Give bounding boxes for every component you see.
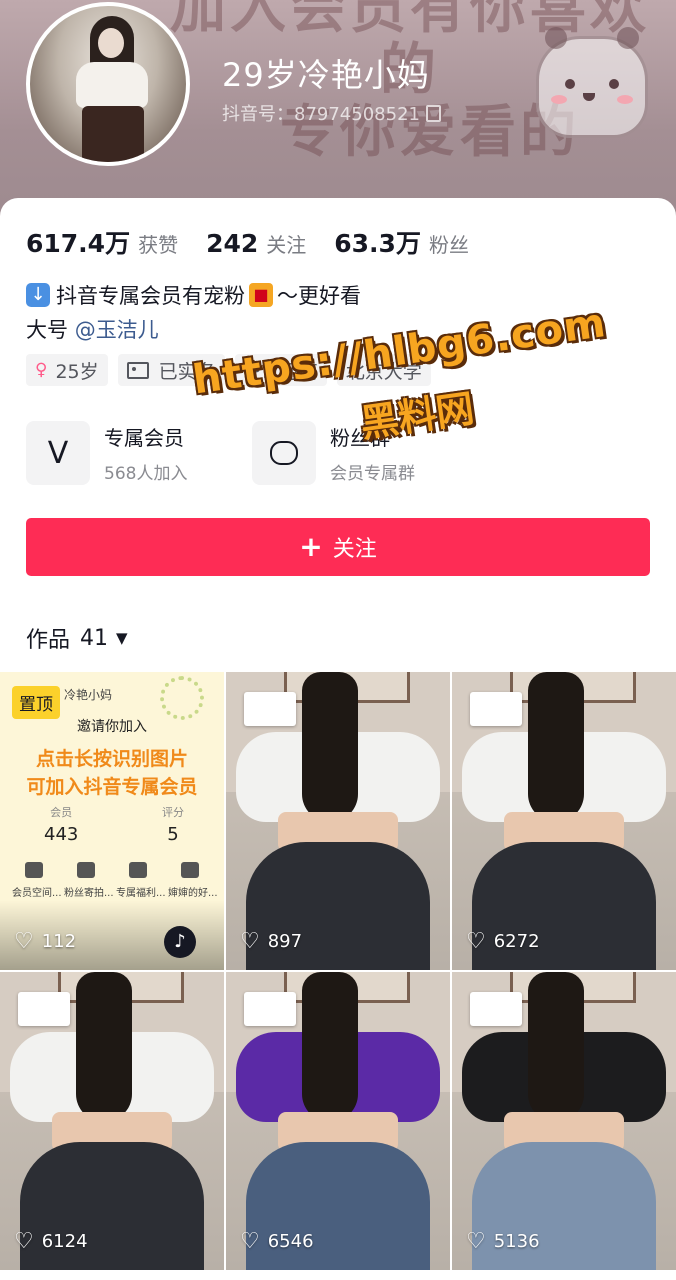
icon-caption: 专属福利... — [116, 888, 166, 899]
promo-title: 冷艳小妈 — [64, 688, 113, 702]
tag-school[interactable]: 北京大学 — [336, 354, 431, 386]
like-number: 6546 — [267, 1231, 314, 1252]
works-label: 作品 — [26, 628, 71, 653]
tag-label: IP：河南 — [243, 360, 318, 383]
tag-label: 已实名 — [158, 360, 216, 383]
like-count: ♡ 112 — [14, 929, 76, 954]
stat-label: 关注 — [266, 233, 307, 257]
bag-icon — [25, 862, 43, 878]
pinned-badge: 置顶 — [12, 686, 60, 719]
mention-link[interactable]: @玉洁儿 — [75, 318, 159, 342]
bio-prefix: 大号 — [26, 318, 68, 342]
bio-text: 抖音专属会员有宠粉 — [56, 284, 245, 308]
video-thumbnail[interactable]: ♡ 5136 — [452, 972, 676, 1270]
like-number: 6272 — [493, 931, 540, 952]
gift-icon: ■ — [249, 283, 273, 307]
stat-likes[interactable]: 617.4万 获赞 — [26, 224, 178, 260]
works-grid: 置顶 冷艳小妈 邀请你加入 点击长按识别图片 可加入抖音专属会员 会员 443 … — [0, 672, 676, 1280]
like-count: ♡ 6272 — [466, 929, 540, 954]
copy-icon[interactable] — [425, 105, 441, 122]
promo-line-1: 点击长按识别图片 — [35, 748, 188, 770]
loading-ring-icon — [160, 676, 204, 720]
entry-title: 粉丝群 — [330, 426, 390, 450]
like-count: ♡ 897 — [240, 929, 302, 954]
like-count: ♡ 5136 — [466, 1229, 540, 1254]
tag-label: 北京大学 — [345, 360, 422, 383]
heart-icon: ♡ — [466, 929, 486, 954]
bag-icon — [181, 862, 199, 878]
entry-fan-group[interactable]: 粉丝群 会员专属群 — [252, 420, 415, 486]
like-number: 5136 — [493, 1231, 540, 1252]
tag-label: 25岁 — [55, 360, 99, 383]
venus-icon: ♀ — [35, 360, 48, 380]
nickname: 29岁冷艳小妈 — [222, 56, 430, 94]
like-number: 6124 — [41, 1231, 88, 1252]
promo-invite: 邀请你加入 — [77, 719, 147, 735]
bio-text-tail: ～更好看 — [277, 284, 361, 308]
douyin-id[interactable]: 抖音号：87974508521 — [222, 100, 441, 126]
chat-icon — [252, 421, 316, 485]
icon-caption: 粉丝寄拍... — [64, 888, 114, 899]
id-card-icon — [126, 361, 149, 379]
heart-icon: ♡ — [14, 1229, 34, 1254]
heart-icon: ♡ — [240, 929, 260, 954]
caret-down-icon: ▼ — [116, 629, 128, 647]
douyin-id-text: 抖音号：87974508521 — [222, 104, 420, 125]
video-thumbnail-pinned[interactable]: 置顶 冷艳小妈 邀请你加入 点击长按识别图片 可加入抖音专属会员 会员 443 … — [0, 672, 224, 970]
score-value: 443 — [44, 824, 79, 845]
tag-ip: IP：河南 — [234, 354, 327, 386]
stat-label: 获赞 — [138, 233, 179, 257]
bio-line-1: ↓ 抖音专属会员有宠粉 ■ ～更好看 — [26, 280, 361, 310]
promo-icons: 会员空间... 粉丝寄拍... 专属福利... 婶婶的好... — [12, 862, 218, 899]
promo-line-2: 可加入抖音专属会员 — [26, 776, 198, 798]
bio-line-2: 大号 @玉洁儿 — [26, 314, 159, 344]
works-tab[interactable]: 作品 41 ▼ — [26, 622, 128, 654]
score-label: 评分 — [162, 806, 184, 819]
score-value: 5 — [167, 824, 179, 845]
profile-tags: ♀ 25岁 已实名 IP：河南 北京大学 — [26, 354, 441, 386]
like-count: ♡ 6546 — [240, 1229, 314, 1254]
profile-page: 加入会员有你喜欢的 专你爱看的 29岁冷艳小妈 抖音号：87974508521 … — [0, 0, 676, 1280]
like-count: ♡ 6124 — [14, 1229, 88, 1254]
stat-label: 粉丝 — [428, 233, 469, 257]
stat-following[interactable]: 242 关注 — [206, 229, 306, 258]
stats-row: 617.4万 获赞 242 关注 63.3万 粉丝 — [26, 224, 497, 260]
video-thumbnail[interactable]: ♡ 6124 — [0, 972, 224, 1270]
stat-followers[interactable]: 63.3万 粉丝 — [334, 224, 469, 260]
heart-icon: ♡ — [240, 1229, 260, 1254]
stat-value: 242 — [206, 229, 259, 258]
entry-subtitle: 568人加入 — [104, 464, 188, 484]
membership-v-icon: V — [26, 421, 90, 485]
panda-sticker-icon — [536, 27, 648, 138]
follow-button[interactable]: + 关注 — [26, 518, 650, 576]
score-label: 会员 — [50, 806, 73, 819]
video-thumbnail[interactable]: ♡ 6546 — [226, 972, 450, 1270]
entry-membership[interactable]: V 专属会员 568人加入 — [26, 420, 187, 486]
entry-row: V 专属会员 568人加入 粉丝群 会员专属群 — [26, 420, 650, 486]
tiktok-logo-icon: ♪ — [164, 926, 196, 958]
tag-age: ♀ 25岁 — [26, 354, 108, 386]
bag-icon — [77, 862, 95, 878]
works-count: 41 — [80, 625, 109, 651]
heart-icon: ♡ — [466, 1229, 486, 1254]
follow-label: 关注 — [332, 537, 377, 562]
down-arrow-icon: ↓ — [26, 283, 50, 307]
entry-title: 专属会员 — [104, 426, 184, 450]
avatar[interactable] — [26, 2, 190, 166]
video-thumbnail[interactable]: ♡ 6272 — [452, 672, 676, 970]
bag-icon — [129, 862, 147, 878]
icon-caption: 会员空间... — [12, 888, 62, 899]
icon-caption: 婶婶的好... — [168, 888, 218, 899]
video-thumbnail[interactable]: ♡ 897 — [226, 672, 450, 970]
stat-value: 63.3万 — [334, 229, 421, 258]
like-number: 112 — [41, 931, 77, 952]
tag-verified: 已实名 — [117, 354, 225, 386]
promo-scores: 会员 443 评分 5 — [44, 804, 184, 845]
entry-subtitle: 会员专属群 — [330, 464, 415, 484]
stat-value: 617.4万 — [26, 229, 131, 258]
like-number: 897 — [267, 931, 303, 952]
heart-icon: ♡ — [14, 929, 34, 954]
plus-icon: + — [299, 530, 323, 563]
